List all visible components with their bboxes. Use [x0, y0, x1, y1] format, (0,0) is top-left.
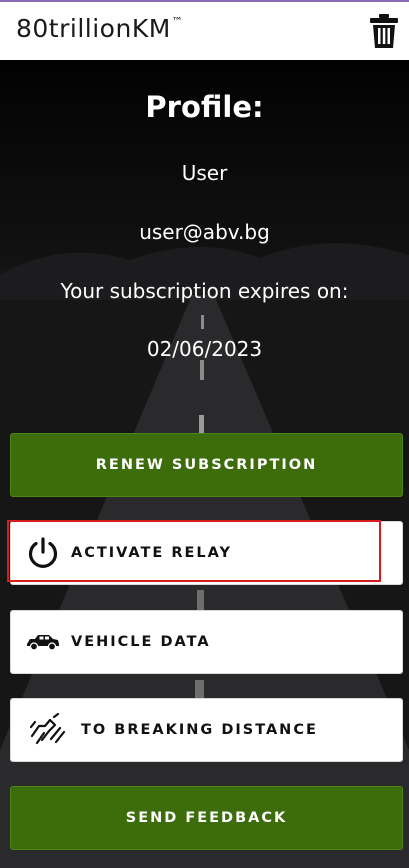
logo-trademark: ™ — [171, 15, 184, 28]
braking-distance-icon — [29, 713, 67, 747]
breaking-distance-label: TO BREAKING DISTANCE — [81, 722, 318, 738]
send-feedback-label: SEND FEEDBACK — [125, 810, 288, 826]
logo-text: 80trillionKM — [16, 14, 171, 43]
renew-subscription-label: RENEW SUBSCRIPTION — [95, 457, 318, 473]
breaking-distance-button[interactable]: TO BREAKING DISTANCE — [10, 698, 403, 762]
power-icon — [25, 535, 61, 571]
top-bar: 80trillionKM™ — [0, 0, 409, 60]
subscription-expiry-date: 02/06/2023 — [146, 337, 263, 361]
car-icon — [25, 632, 61, 652]
profile-email: user@abv.bg — [139, 220, 270, 244]
activate-relay-button[interactable]: ACTIVATE RELAY — [10, 521, 403, 585]
trash-icon[interactable] — [369, 13, 399, 49]
vehicle-data-label: VEHICLE DATA — [71, 634, 211, 650]
subscription-label: Your subscription expires on: — [60, 279, 349, 303]
profile-title: Profile: — [145, 90, 264, 124]
send-feedback-button[interactable]: SEND FEEDBACK — [10, 786, 403, 850]
activate-relay-label: ACTIVATE RELAY — [71, 545, 232, 561]
profile-username: User — [181, 161, 228, 185]
app-logo: 80trillionKM™ — [16, 14, 183, 43]
renew-subscription-button[interactable]: RENEW SUBSCRIPTION — [10, 433, 403, 497]
vehicle-data-button[interactable]: VEHICLE DATA — [10, 610, 403, 674]
